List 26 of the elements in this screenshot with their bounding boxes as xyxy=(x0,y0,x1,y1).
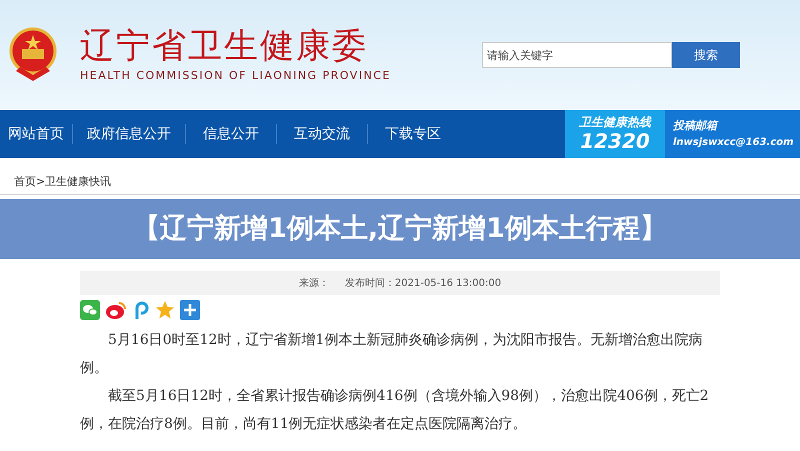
site-title: 辽宁省卫生健康委 xyxy=(80,26,369,66)
nav-link[interactable]: 下载专区 xyxy=(368,124,458,144)
chat-bubbles-icon[interactable] xyxy=(80,300,100,320)
breadcrumb-link[interactable]: 卫生健康快讯 xyxy=(45,174,112,190)
publish-time: 发布时间：2021-05-16 13:00:00 xyxy=(344,276,502,290)
nav-link[interactable]: 信息公开 xyxy=(186,124,276,144)
nav-link[interactable]: 网站首页 xyxy=(0,124,72,144)
email-link[interactable]: lnwsjswxcc@163.com xyxy=(673,134,800,150)
article-paragraph: 5月16日0时至12时，辽宁省新增1例本土新冠肺炎确诊病例，为沈阳市报告。无新增治愈出院病例。 xyxy=(80,331,704,378)
eye-icon[interactable] xyxy=(105,300,127,320)
emblem-icon xyxy=(8,27,58,83)
nav-link[interactable]: 政府信息公开 xyxy=(73,124,185,144)
hotline-number: 12320 xyxy=(580,129,650,153)
search-field[interactable]: 请输入关键字 xyxy=(482,42,672,68)
article-paragraph: 截至5月16日12时，全省累计报告确诊病例416例（含境外输入98例），治愈出院406例，死亡2例，在院治疗8例。目前，尚有11例无症状感染者在定点医院隔离治疗。 xyxy=(80,387,710,434)
breadcrumb-separator: > xyxy=(36,174,46,190)
star-icon[interactable] xyxy=(155,300,175,320)
source-label: 来源： xyxy=(298,276,329,290)
breadcrumb-link[interactable]: 首页 xyxy=(14,174,36,190)
search-button[interactable]: 搜索 xyxy=(672,42,740,68)
hotline-label: 卫生健康热线 xyxy=(579,115,651,129)
mailbox-label: 投稿邮箱 xyxy=(673,118,720,134)
site-subtitle: HEALTH COMMISSION OF LIAONING PROVINCE xyxy=(80,68,391,84)
nav-link[interactable]: 互动交流 xyxy=(277,124,367,144)
title-banner: 【辽宁新增1例本土,辽宁新增1例本土行程】 xyxy=(0,199,800,259)
plus-icon[interactable] xyxy=(180,300,200,320)
